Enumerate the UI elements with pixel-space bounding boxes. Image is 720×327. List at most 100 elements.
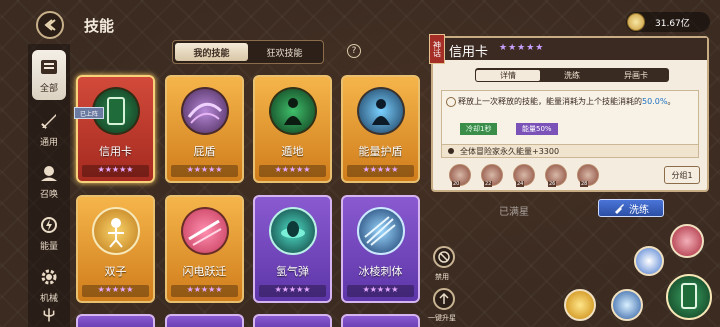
cooldown-chip: 冷却1秒 <box>460 123 498 135</box>
skill-card-energy-shield[interactable]: 能量护盾 ★★★★★ <box>341 75 420 183</box>
energy-chip: 能量50% <box>516 123 558 135</box>
skill-name: 氢气弹 <box>276 265 309 278</box>
category-sidebar: 全部 通用 召唤 能量 机械 <box>28 44 70 327</box>
sidebar-item-label: 通用 <box>39 138 58 148</box>
tab-details[interactable]: 详情 <box>476 69 540 81</box>
info-icon <box>446 97 456 107</box>
lightning-warp-art <box>181 207 229 255</box>
bullet-icon <box>448 148 454 154</box>
skill-card-burrow[interactable]: 遁地 ★★★★★ <box>253 75 332 183</box>
sidebar-item-label: 全部 <box>39 84 58 94</box>
level-icon[interactable]: 26 <box>545 164 567 187</box>
skill-card-partial[interactable] <box>253 314 332 327</box>
passive-effect-text: 全体冒险家永久能量+3300 <box>460 146 560 156</box>
sidebar-item-mechanical[interactable]: 机械 <box>28 260 70 310</box>
sidebar-item-all[interactable]: 全部 <box>32 50 66 100</box>
arrow-up-icon <box>439 292 449 304</box>
skill-name: 闪电跃迁 <box>182 265 227 278</box>
panel-header: 信用卡 ★★★★★ <box>433 38 707 60</box>
energy-icon <box>41 217 57 233</box>
ice-spike-art <box>357 207 405 255</box>
sidebar-item-label: 召唤 <box>39 190 58 200</box>
skill-card-gemini[interactable]: 双子 ★★★★★ <box>76 195 155 303</box>
level-icon[interactable]: 20 <box>449 164 471 187</box>
gemini-art <box>92 207 140 255</box>
detail-stars: ★★★★★ <box>499 43 545 53</box>
tab-carnival-skills[interactable]: 狂欢技能 <box>248 43 321 61</box>
summon-icon <box>41 166 57 181</box>
skill-name: 双子 <box>104 265 127 278</box>
skill-card-fart-shield[interactable]: 屁盾 ★★★★★ <box>165 75 244 183</box>
skill-card-partial[interactable] <box>76 314 155 327</box>
equipped-skill-slot[interactable] <box>634 246 664 276</box>
skill-description: 释放上一次释放的技能，能量消耗为上个技能消耗的50.0%。 <box>458 97 676 106</box>
sidebar-item-general[interactable]: 通用 <box>28 104 70 154</box>
upgrade-all-label: 一键升星 <box>428 314 456 322</box>
upgrade-all-button[interactable] <box>433 288 455 310</box>
in-use-badge: 已上阵 <box>74 107 104 119</box>
detail-tabs: 详情 洗练 异画卡 <box>475 68 669 82</box>
description-box: 释放上一次释放的技能，能量消耗为上个技能消耗的50.0%。 冷却1秒 能量50% <box>441 90 699 152</box>
sidebar-item-summon[interactable]: 召唤 <box>28 156 70 206</box>
star-rating: ★★★★★ <box>171 165 238 177</box>
skill-card-lightning-warp[interactable]: 闪电跃迁 ★★★★★ <box>165 195 244 303</box>
equipped-skill-slot[interactable] <box>670 224 704 258</box>
gear-icon <box>41 269 57 285</box>
coin-icon <box>627 13 645 31</box>
max-star-text: 已满星 <box>499 207 529 218</box>
sword-icon <box>41 114 56 129</box>
star-rating: ★★★★★ <box>82 285 149 297</box>
star-rating: ★★★★★ <box>259 285 326 297</box>
equipped-skill-slot[interactable] <box>564 289 596 321</box>
tab-refine[interactable]: 洗练 <box>540 70 604 81</box>
skill-tabs: 我的技能 狂欢技能 <box>172 40 324 64</box>
ban-label: 禁用 <box>435 273 449 281</box>
page-title: 技能 <box>84 17 115 35</box>
star-rating: ★★★★★ <box>171 285 238 297</box>
refine-button[interactable]: 洗练 <box>598 199 664 217</box>
help-button[interactable]: ? <box>347 44 361 58</box>
rarity-tag: 神话 <box>429 34 445 64</box>
skill-name: 屁盾 <box>193 145 216 158</box>
credit-card-icon <box>681 283 697 309</box>
star-rating: ★★★★★ <box>347 165 414 177</box>
star-rating: ★★★★★ <box>259 165 326 177</box>
sidebar-item-more[interactable] <box>28 306 70 326</box>
tab-my-skills[interactable]: 我的技能 <box>175 43 248 61</box>
back-arrow-icon <box>44 19 56 31</box>
skill-card-hydrogen-bomb[interactable]: 氢气弹 ★★★★★ <box>253 195 332 303</box>
ban-icon <box>438 251 450 263</box>
level-icon[interactable]: 28 <box>577 164 599 187</box>
brush-icon <box>615 204 624 214</box>
detail-skill-name: 信用卡 <box>449 45 489 60</box>
skill-name: 能量护盾 <box>358 145 403 158</box>
burrow-art <box>269 87 317 135</box>
group-button[interactable]: 分组1 <box>664 166 700 184</box>
level-icon[interactable]: 22 <box>481 164 503 187</box>
fart-shield-art <box>181 87 229 135</box>
sidebar-item-label: 机械 <box>39 294 58 304</box>
scroll-icon <box>41 60 57 74</box>
level-icon[interactable]: 24 <box>513 164 535 187</box>
skill-card-partial[interactable] <box>341 314 420 327</box>
sidebar-item-label: 能量 <box>39 242 58 252</box>
currency-value: 31.67亿 <box>655 18 690 29</box>
star-rating: ★★★★★ <box>347 285 414 297</box>
trident-icon <box>43 308 55 322</box>
skill-name: 信用卡 <box>99 145 132 158</box>
tab-alt-art[interactable]: 异画卡 <box>604 70 668 81</box>
currency-display[interactable]: 31.67亿 <box>626 12 710 32</box>
skill-card-ice-spike[interactable]: 冰棱刺体 ★★★★★ <box>341 195 420 303</box>
sidebar-item-energy[interactable]: 能量 <box>28 208 70 258</box>
equipped-skill-slot[interactable] <box>611 289 643 321</box>
hydrogen-bomb-art <box>269 207 317 255</box>
ban-button[interactable] <box>433 246 455 268</box>
back-button[interactable] <box>36 11 64 39</box>
skill-name: 冰棱刺体 <box>358 265 403 278</box>
energy-shield-art <box>357 87 405 135</box>
equipped-credit-card-slot[interactable] <box>666 274 712 320</box>
skill-card-credit-card[interactable]: 信用卡 ★★★★★ <box>76 75 155 183</box>
skill-card-partial[interactable] <box>165 314 244 327</box>
star-rating: ★★★★★ <box>82 165 149 177</box>
passive-effect-row: 全体冒险家永久能量+3300 <box>441 144 699 158</box>
